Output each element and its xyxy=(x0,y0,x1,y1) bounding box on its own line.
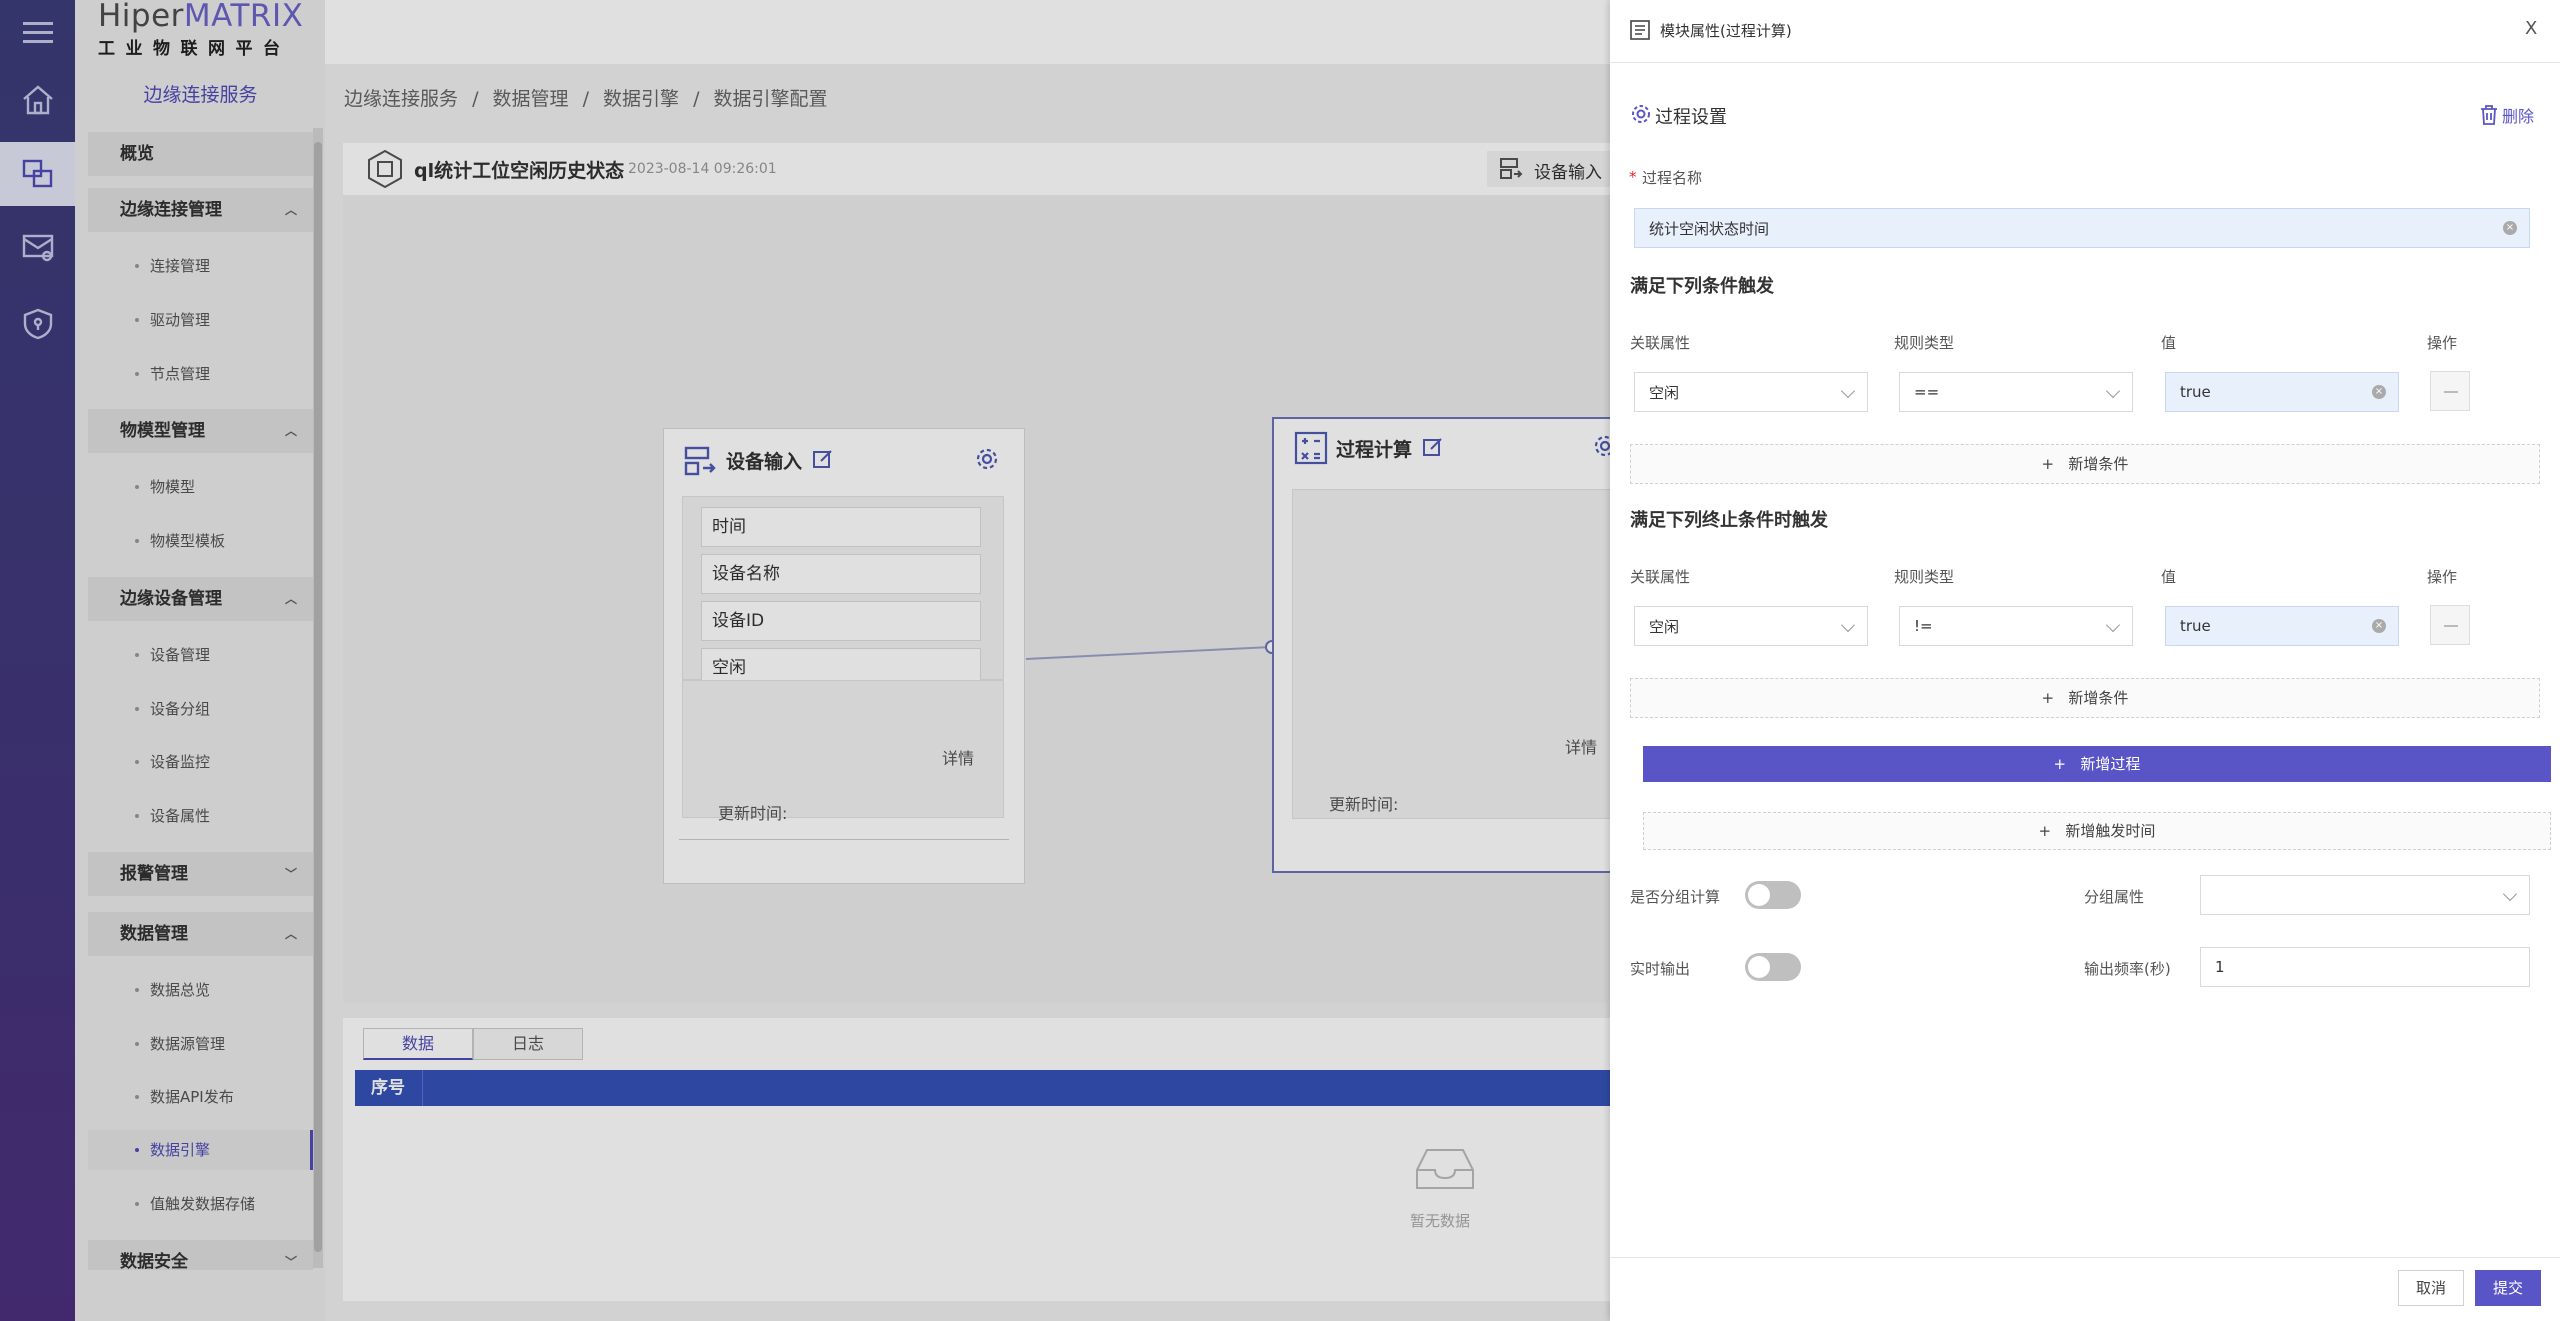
remove-condition-button[interactable] xyxy=(2430,605,2470,645)
document-icon xyxy=(1630,20,1650,44)
process-name-label: 过程名称 xyxy=(1642,169,1703,187)
group-calc-toggle[interactable] xyxy=(1745,881,1801,909)
submit-button[interactable]: 提交 xyxy=(2475,1270,2541,1306)
section-title: 过程设置 xyxy=(1655,107,1727,128)
chevron-down-icon xyxy=(2105,617,2121,633)
stop-trigger-title: 满足下列终止条件时触发 xyxy=(1630,510,1828,531)
output-frequency-input[interactable]: 1 xyxy=(2200,947,2530,987)
add-process-button[interactable]: + 新增过程 xyxy=(1643,746,2551,782)
trash-icon xyxy=(2481,105,2497,125)
remove-condition-button[interactable] xyxy=(2430,371,2470,411)
module-properties-drawer: 模块属性(过程计算) X 过程设置 删除 * 过程名称 统计空闲状态时间 × 满足… xyxy=(1610,0,2560,1321)
trigger-title: 满足下列条件触发 xyxy=(1630,276,1774,297)
chevron-down-icon xyxy=(1840,617,1856,633)
add-trigger-time-button[interactable]: + 新增触发时间 xyxy=(1643,812,2551,850)
modal-overlay[interactable] xyxy=(0,0,1610,1321)
trigger-value-input[interactable]: true × xyxy=(2165,372,2399,412)
cancel-button[interactable]: 取消 xyxy=(2398,1270,2464,1306)
realtime-output-toggle[interactable] xyxy=(1745,953,1801,981)
stop-attr-select[interactable]: 空闲 xyxy=(1634,606,1868,646)
stop-rule-select[interactable]: != xyxy=(1899,606,2133,646)
process-name-input[interactable]: 统计空闲状态时间 × xyxy=(1634,208,2530,248)
clear-icon: × xyxy=(2503,221,2517,235)
chevron-down-icon xyxy=(2502,886,2518,902)
add-condition-button[interactable]: + 新增条件 xyxy=(1630,444,2540,484)
stop-value-input[interactable]: true × xyxy=(2165,606,2399,646)
gear-icon xyxy=(1630,103,1652,129)
add-stop-condition-button[interactable]: + 新增条件 xyxy=(1630,678,2540,718)
clear-icon: × xyxy=(2372,385,2386,399)
clear-icon: × xyxy=(2372,619,2386,633)
delete-button[interactable]: 删除 xyxy=(2480,103,2534,127)
chevron-down-icon xyxy=(1840,383,1856,399)
chevron-down-icon xyxy=(2105,383,2121,399)
trigger-attr-select[interactable]: 空闲 xyxy=(1634,372,1868,412)
drawer-title: 模块属性(过程计算) xyxy=(1660,22,1792,40)
close-button[interactable]: X xyxy=(2525,18,2537,39)
trigger-rule-select[interactable]: == xyxy=(1899,372,2133,412)
group-attr-select[interactable] xyxy=(2200,875,2530,915)
